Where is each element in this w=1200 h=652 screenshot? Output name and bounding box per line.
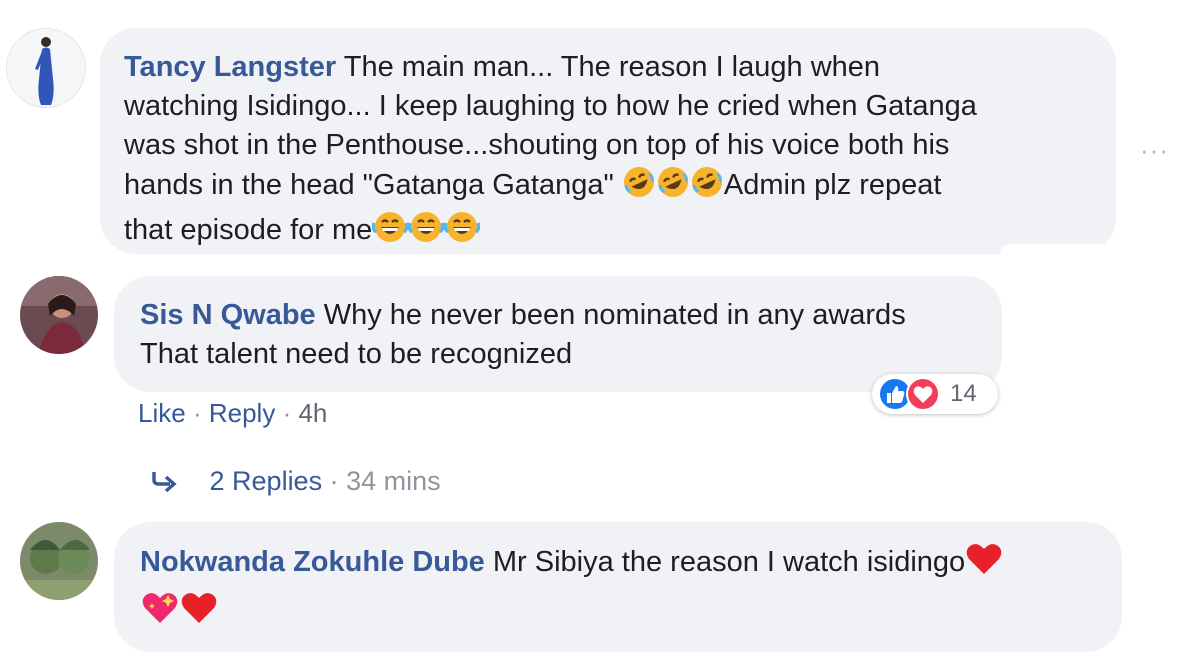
joy-emoji [407,210,445,255]
comment-timestamp[interactable]: 4h [298,398,327,428]
comment-actions: Like · Reply · 4h [138,398,327,429]
comment-line: Nokwanda Zokuhle Dube Mr Sibiya the reas… [140,542,1098,587]
comment-line [140,589,1098,636]
comment-text: Why he never been nominated in any award… [323,299,906,331]
comment-text: Mr Sibiya the reason I watch isidingo [492,546,966,578]
separator: · [329,466,339,496]
comment-text: hands in the head "Gatanga Gatanga" [124,169,614,201]
reaction-pill-partial [1000,244,1112,256]
replies-count[interactable]: 2 Replies [210,466,323,496]
comment-line: hands in the head "Gatanga Gatanga" Admi… [124,165,1092,210]
separator: · [282,398,292,428]
reply-link[interactable]: Reply [209,398,275,428]
comment-author[interactable]: Tancy Langster [124,51,336,83]
more-options-icon[interactable]: ··· [1140,135,1169,166]
rofl-emoji [656,165,690,210]
avatar[interactable] [6,28,86,108]
view-replies-link[interactable]: 2 Replies · 34 mins [150,466,441,497]
comment-text: Admin plz repeat [723,169,942,201]
comment-author[interactable]: Sis N Qwabe [140,299,316,331]
avatar[interactable] [20,522,98,600]
rofl-emoji [622,165,656,210]
avatar-image [7,29,85,107]
reply-arrow-icon [150,468,180,493]
sparkling-heart-emoji [140,589,180,636]
separator: · [192,398,202,428]
comment-bubble: Tancy Langster The main man... The reaso… [100,28,1116,254]
comment-text: that episode for me [124,214,373,246]
rofl-emoji [690,165,724,210]
comment-author[interactable]: Nokwanda Zokuhle Dube [140,546,485,578]
joy-emoji [443,210,481,255]
red-heart-emoji [180,591,218,636]
comment-line: was shot in the Penthouse...shouting on … [124,129,950,161]
red-heart-emoji [965,542,1003,587]
replies-timestamp: 34 mins [346,466,441,496]
comment-line: Sis N Qwabe Why he never been nominated … [140,296,978,335]
avatar-image [20,522,98,600]
comment-bubble: Nokwanda Zokuhle Dube Mr Sibiya the reas… [114,522,1122,652]
reaction-count: 14 [950,380,977,407]
comment-bubble: Sis N Qwabe Why he never been nominated … [114,276,1002,392]
joy-emoji [371,210,409,255]
avatar[interactable] [20,276,98,354]
like-link[interactable]: Like [138,398,186,428]
comment-line: Tancy Langster The main man... The reaso… [124,48,1092,87]
comment-line: that episode for me [124,210,1092,255]
love-reaction-icon [906,377,940,411]
comment-line: watching Isidingo... I keep laughing to … [124,90,977,122]
avatar-image [20,276,98,354]
comment-line: That talent need to be recognized [140,338,573,370]
comment-text: The main man... The reason I laugh when [343,51,881,83]
reaction-summary[interactable]: 14 [872,374,998,414]
